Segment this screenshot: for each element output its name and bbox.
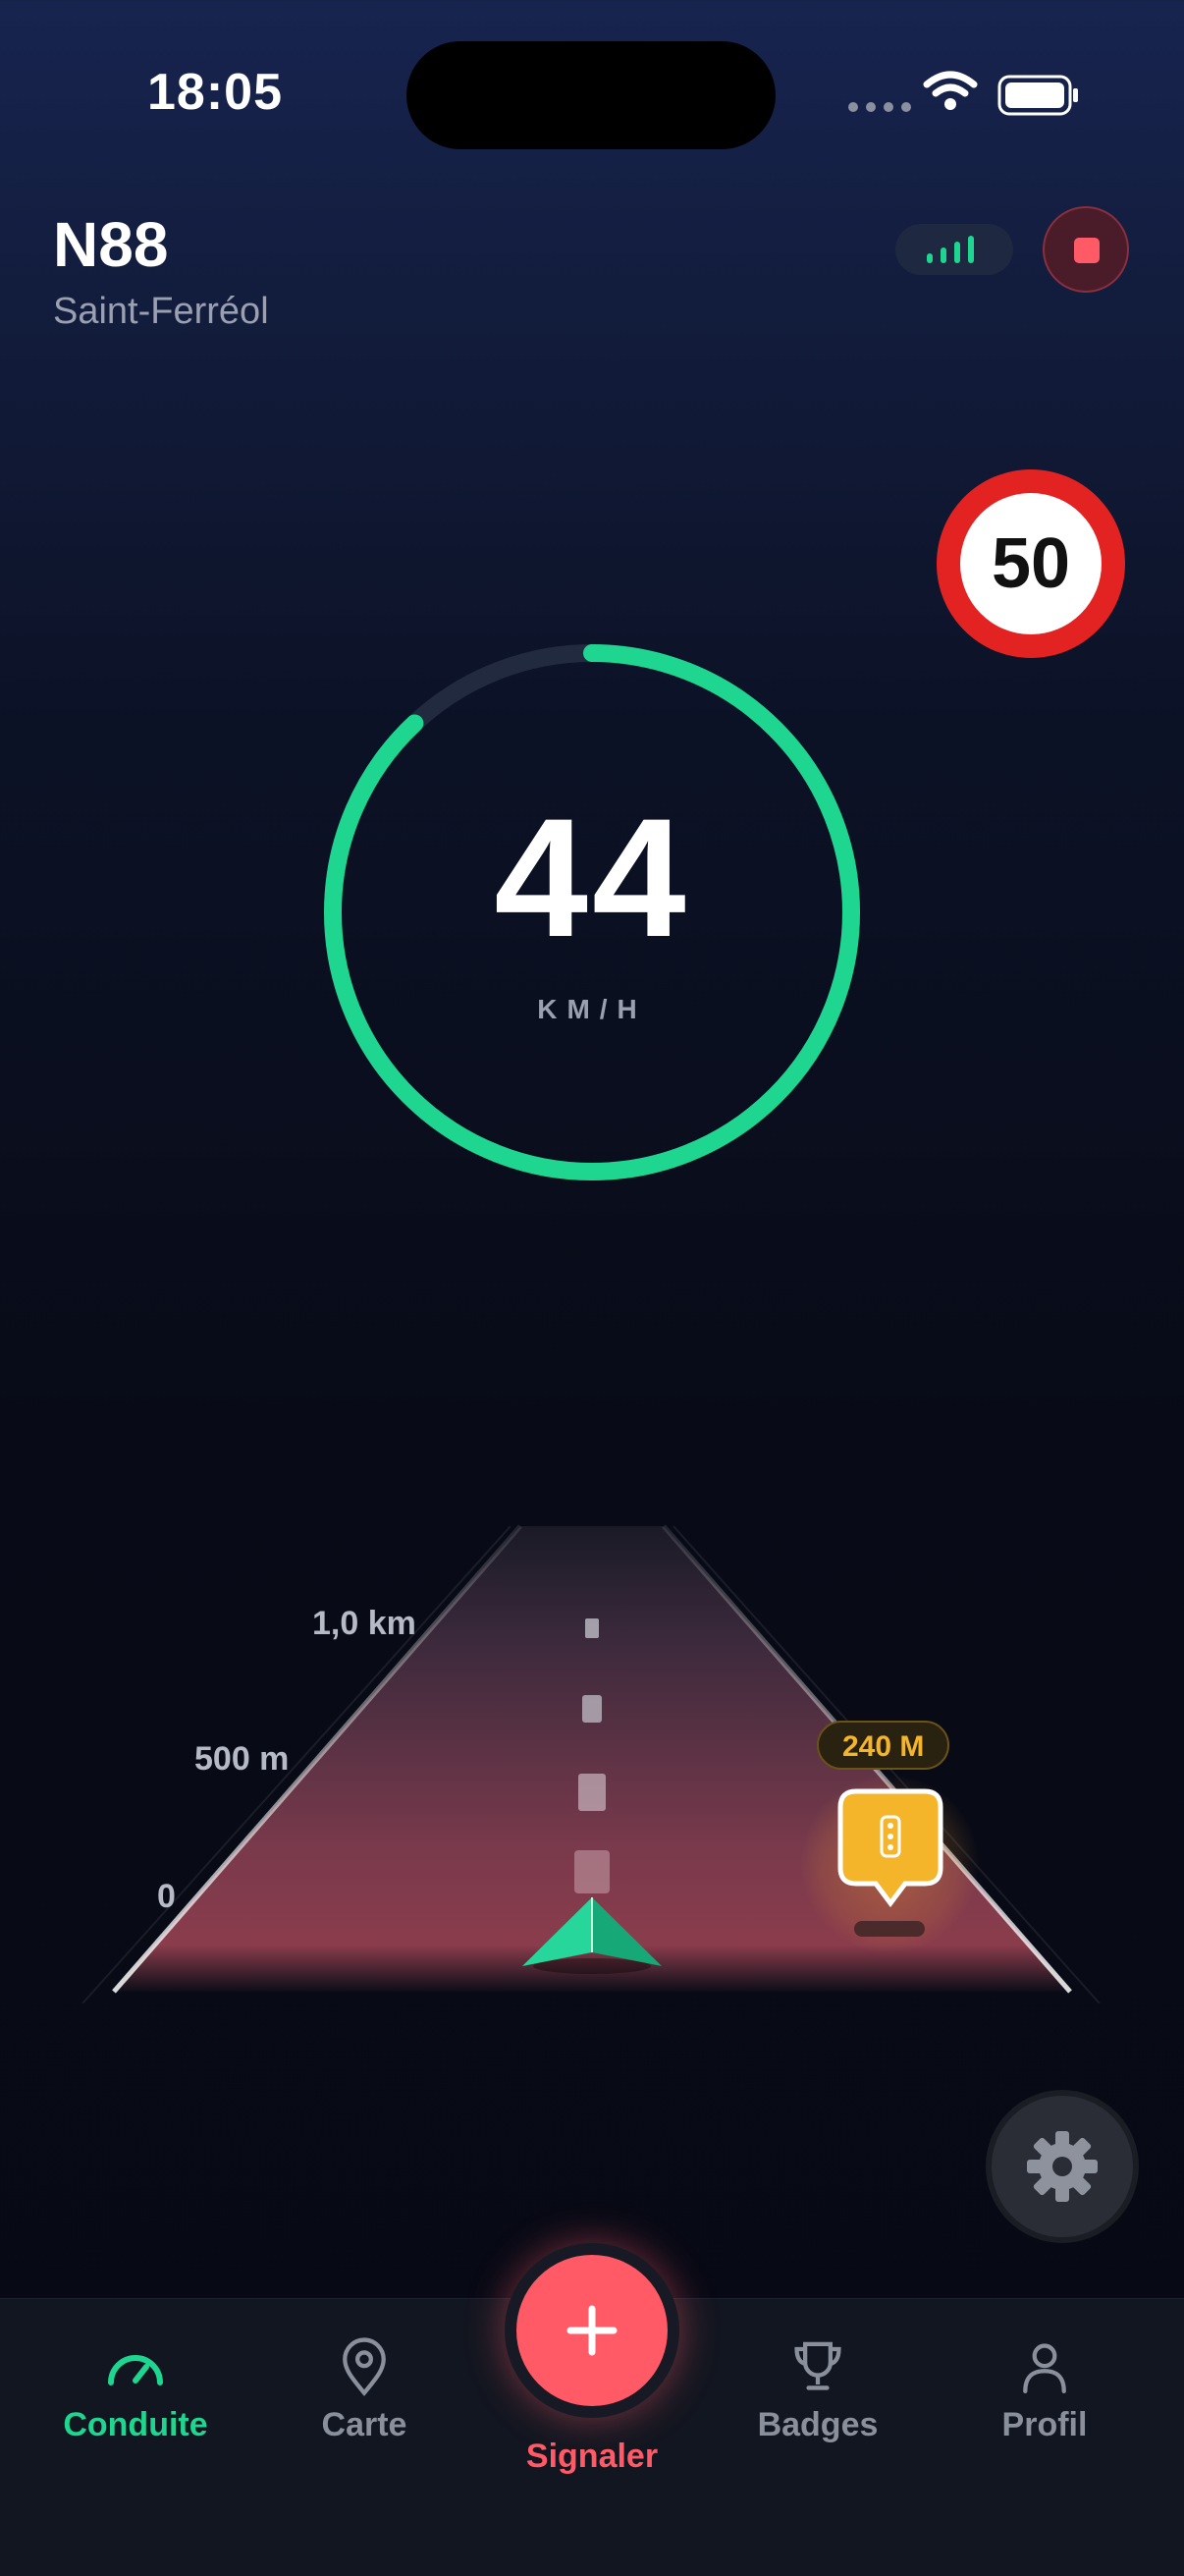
report-label[interactable]: Signaler xyxy=(494,2438,690,2476)
distance-label-1km: 1,0 km xyxy=(312,1605,416,1642)
speed-unit: KM/H xyxy=(537,994,647,1024)
signal-bars-icon xyxy=(927,236,974,263)
speed-limit-value: 50 xyxy=(991,524,1071,603)
distance-label-0: 0 xyxy=(157,1878,176,1915)
lane-dash xyxy=(582,1695,602,1723)
distance-label-500m: 500 m xyxy=(194,1740,290,1778)
tab-label: Carte xyxy=(321,2406,407,2443)
tab-label: Profil xyxy=(1001,2406,1088,2443)
stop-recording-button[interactable] xyxy=(1043,206,1129,293)
speedometer-icon xyxy=(108,2355,163,2385)
hazard-marker[interactable] xyxy=(836,1787,944,1915)
cellular-signal-icon xyxy=(848,102,911,112)
tab-label: Badges xyxy=(757,2406,879,2443)
settings-button[interactable] xyxy=(986,2090,1139,2243)
tab-label: Conduite xyxy=(63,2406,208,2443)
lane-dash xyxy=(585,1618,599,1638)
hazard-shadow xyxy=(854,1921,925,1937)
town-name: Saint-Ferréol xyxy=(53,291,269,332)
hazard-distance-badge: 240 M xyxy=(817,1721,950,1770)
gps-signal-indicator xyxy=(895,224,1013,275)
speed-limit-sign: 50 xyxy=(937,469,1125,658)
tab-badges[interactable]: Badges xyxy=(720,2337,916,2444)
trophy-icon xyxy=(794,2341,841,2390)
dynamic-island xyxy=(406,41,776,149)
map-pin-icon xyxy=(343,2337,386,2396)
battery-icon xyxy=(997,75,1078,116)
lane-dash xyxy=(578,1774,606,1811)
user-icon xyxy=(1023,2343,1066,2393)
plus-icon xyxy=(566,2305,618,2356)
tab-conduite[interactable]: Conduite xyxy=(37,2337,234,2444)
wifi-icon xyxy=(923,71,978,110)
lane-dash xyxy=(574,1850,610,1893)
report-button[interactable] xyxy=(505,2243,679,2418)
gear-icon xyxy=(1027,2131,1098,2202)
status-time: 18:05 xyxy=(147,64,283,121)
road-view xyxy=(81,1524,1101,2003)
road-name: N88 xyxy=(53,209,169,280)
current-speed: 44 xyxy=(494,784,690,972)
tab-carte[interactable]: Carte xyxy=(266,2337,462,2444)
stop-icon xyxy=(1074,238,1100,263)
tab-profil[interactable]: Profil xyxy=(946,2337,1143,2444)
